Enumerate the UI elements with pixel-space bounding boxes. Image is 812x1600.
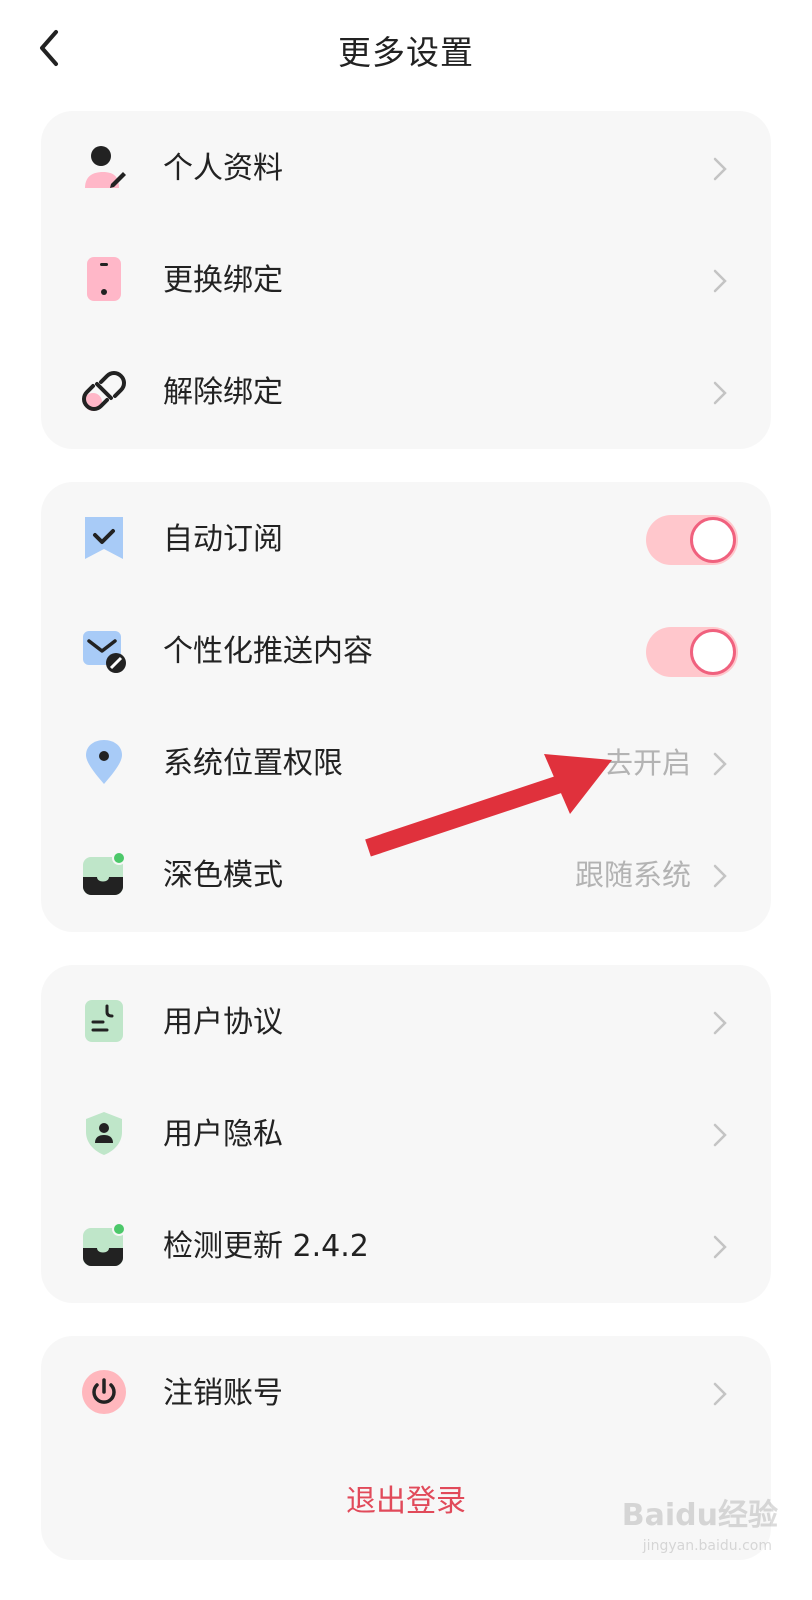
chevron-right-icon: [713, 1382, 727, 1406]
settings-item-profile[interactable]: 个人资料: [41, 111, 771, 226]
settings-item-label: 系统位置权限: [163, 746, 343, 781]
settings-item-label: 个性化推送内容: [163, 634, 373, 669]
settings-item-delete-account[interactable]: 注销账号: [41, 1336, 771, 1451]
chevron-right-icon: [713, 269, 727, 293]
watermark-sub-text: jingyan.baidu.com: [642, 1538, 772, 1554]
settings-item-label: 更换绑定: [163, 263, 283, 298]
auto-subscribe-toggle[interactable]: [646, 515, 738, 565]
chevron-right-icon: [713, 864, 727, 888]
settings-item-value: 跟随系统: [574, 858, 691, 892]
unlink-icon: [82, 371, 126, 411]
about-card: 用户协议 用户隐私 检测更新 2.4.2: [41, 965, 771, 1303]
settings-item-value: 去开启: [603, 746, 691, 780]
settings-item-user-privacy[interactable]: 用户隐私: [41, 1077, 771, 1192]
settings-item-label: 注销账号: [163, 1376, 283, 1411]
watermark-logo: Baidu经验 jingyan.baidu.com: [608, 1490, 778, 1570]
settings-item-label: 检测更新 2.4.2: [163, 1229, 369, 1264]
settings-item-unbind[interactable]: 解除绑定: [41, 335, 771, 450]
settings-item-auto-subscribe: 自动订阅: [41, 482, 771, 597]
shield-user-icon: [86, 1112, 122, 1155]
header-bar: 更多设置: [0, 0, 812, 96]
settings-item-user-agreement[interactable]: 用户协议: [41, 965, 771, 1080]
watermark-main-text: Baidu经验: [621, 1498, 778, 1533]
settings-item-label: 解除绑定: [163, 375, 283, 410]
phone-icon: [87, 257, 121, 301]
user-edit-icon: [85, 146, 126, 188]
page-title: 更多设置: [338, 33, 474, 72]
update-icon: [83, 1222, 126, 1266]
dark-mode-icon: [83, 851, 126, 895]
settings-item-label: 个人资料: [163, 151, 283, 186]
personalized-push-toggle[interactable]: [646, 627, 738, 677]
settings-item-label: 用户隐私: [163, 1117, 283, 1152]
chevron-right-icon: [713, 381, 727, 405]
settings-item-label: 深色模式: [163, 858, 283, 893]
power-icon: [82, 1370, 126, 1414]
document-icon: [85, 1000, 123, 1042]
chevron-right-icon: [713, 1123, 727, 1147]
settings-item-dark-mode[interactable]: 深色模式 跟随系统: [41, 818, 771, 933]
account-settings-card: 个人资料 更换绑定 解除绑定: [41, 111, 771, 449]
chevron-right-icon: [713, 1011, 727, 1035]
mail-block-icon: [83, 631, 126, 673]
toggle-knob: [690, 629, 736, 675]
chevron-right-icon: [713, 157, 727, 181]
location-pin-icon: [86, 740, 122, 784]
preferences-card: 自动订阅 个性化推送内容 系统位置权限 去开启 深色模式 跟随系统: [41, 482, 771, 932]
settings-item-check-update[interactable]: 检测更新 2.4.2: [41, 1189, 771, 1304]
settings-item-label: 自动订阅: [163, 522, 283, 557]
toggle-knob: [690, 517, 736, 563]
chevron-right-icon: [713, 752, 727, 776]
settings-item-label: 用户协议: [163, 1005, 283, 1040]
settings-item-personalized-push: 个性化推送内容: [41, 594, 771, 709]
chevron-right-icon: [713, 1235, 727, 1259]
settings-item-change-binding[interactable]: 更换绑定: [41, 223, 771, 338]
settings-item-location-permission[interactable]: 系统位置权限 去开启: [41, 706, 771, 821]
bookmark-check-icon: [85, 517, 123, 559]
